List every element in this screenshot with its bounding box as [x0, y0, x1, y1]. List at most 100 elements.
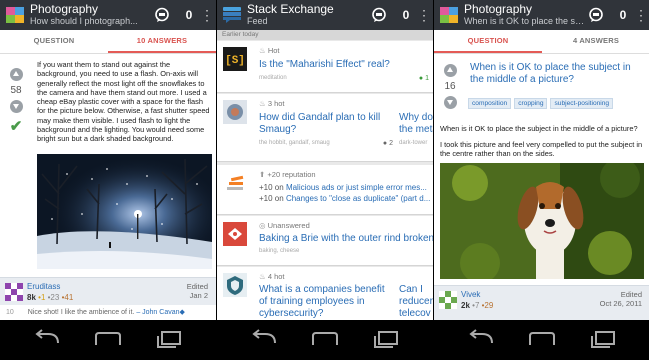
downvote-icon[interactable]	[9, 100, 23, 113]
question-body-line: When is it OK to place the subject in th…	[440, 124, 638, 133]
downvote-icon[interactable]	[443, 96, 457, 109]
back-icon[interactable]	[245, 328, 285, 350]
answer-body: If you want them to stand out against th…	[37, 60, 210, 144]
author-reputation: 2k •7 •29	[461, 301, 493, 310]
question-author-card[interactable]: Vivek 2k •7 •29 Edited Oct 26, 2011	[434, 285, 649, 320]
recent-apps-icon[interactable]	[584, 328, 624, 350]
tab-question[interactable]: QUESTION	[0, 30, 108, 53]
inbox-count[interactable]: 0	[178, 5, 200, 25]
tab-answers[interactable]: 10 ANSWERS	[108, 30, 216, 53]
overflow-menu-icon[interactable]: ⋮	[634, 8, 648, 22]
avatar[interactable]	[5, 283, 23, 301]
comment-author[interactable]: – John Cavan◆	[136, 309, 185, 316]
tag-chip[interactable]: subject-positioning	[550, 98, 614, 109]
card-tag: ♨ 4 hot	[259, 272, 285, 281]
silver-badges: •7	[472, 301, 480, 310]
answer-count-badge: ● 1	[418, 75, 429, 82]
overflow-menu-icon[interactable]: ⋮	[200, 8, 214, 22]
vote-count: 58	[10, 85, 22, 96]
arrow-up-icon: ⬆	[259, 170, 266, 179]
edited-info[interactable]: Edited Jan 2	[187, 282, 208, 300]
tab-answers[interactable]: 4 ANSWERS	[542, 30, 649, 53]
gold-badges: •1	[38, 293, 46, 302]
scifi-site-icon	[223, 100, 247, 124]
question-photo	[440, 158, 644, 283]
silver-badges: •23	[47, 293, 60, 302]
tag-chip[interactable]: composition	[468, 98, 512, 109]
reputation-score: 8k	[27, 293, 36, 302]
screen-answers: Photography How should I photograph... 0…	[0, 0, 216, 320]
edited-info[interactable]: Edited Oct 26, 2011	[600, 290, 642, 308]
app-subtitle: When is it OK to place the subject in th…	[464, 16, 586, 26]
photography-site-icon[interactable]	[6, 7, 24, 23]
inbox-count[interactable]: 0	[612, 5, 634, 25]
tag-chip[interactable]: cropping	[514, 98, 548, 109]
back-icon[interactable]	[462, 328, 502, 350]
card-title[interactable]: What is a companies benefit of training …	[259, 284, 391, 320]
card-title[interactable]: Baking a Brie with the outer rind broken	[259, 233, 433, 245]
inbox-icon[interactable]	[152, 5, 172, 25]
card-tag: ⬆ +20 reputation	[259, 170, 316, 179]
author-reputation: 8k •1 •23 •41	[27, 293, 73, 302]
vote-column: 58 ✔	[6, 68, 26, 135]
card-title[interactable]: How did Gandalf plan to kill Smaug?	[259, 112, 389, 136]
edited-date: Jan 2	[189, 291, 208, 300]
comment-score: 10	[6, 309, 14, 316]
flame-icon: ♨	[259, 99, 266, 108]
comment-row[interactable]: 10 Nice shot! I like the ambience of it.…	[0, 305, 216, 320]
avatar[interactable]	[439, 291, 457, 309]
reputation-changes: +10 on Malicious ads or just simple erro…	[259, 183, 431, 203]
feed-card-4hot[interactable]: ♨ 4 hot What is a companies benefit of t…	[217, 267, 433, 320]
question-title: When is it OK to place the subject in th…	[470, 62, 631, 85]
feed-card-3hot[interactable]: ♨ 3 hot How did Gandalf plan to kill Sma…	[217, 94, 433, 162]
top-app-bar: Stack Exchange Feed 0 ⋮	[217, 0, 433, 30]
stack-exchange-icon[interactable]	[223, 7, 241, 23]
rep-link-1[interactable]: Malicious ads or just simple error mes..…	[286, 183, 427, 192]
meta-site-icon	[223, 171, 247, 195]
vote-column: 16	[440, 64, 460, 109]
card-tags: baking, cheese	[259, 248, 300, 254]
app-subtitle: Feed	[247, 16, 268, 26]
author-name[interactable]: Vivek	[461, 290, 480, 299]
next-card-title[interactable]: Can Ireducer telecov	[399, 284, 433, 320]
author-name[interactable]: Eruditass	[27, 282, 60, 291]
rep-link-2[interactable]: Changes to "close as duplicate" (part d.…	[286, 194, 430, 203]
back-icon[interactable]	[28, 328, 68, 350]
home-icon[interactable]	[305, 328, 345, 350]
app-title: Stack Exchange	[247, 3, 334, 17]
card-tags: meditation	[259, 75, 287, 81]
home-icon[interactable]	[522, 328, 562, 350]
inbox-icon[interactable]	[369, 5, 389, 25]
bronze-badges: •29	[481, 301, 494, 310]
upvote-icon[interactable]	[443, 64, 457, 77]
inbox-count[interactable]: 0	[395, 5, 417, 25]
answer-author-card[interactable]: Eruditass 8k •1 •23 •41 Edited Jan 2	[0, 277, 216, 305]
upvote-icon[interactable]	[9, 68, 23, 81]
feed-card-hot[interactable]: [S] ♨ Hot Is the "Maharishi Effect" real…	[217, 41, 433, 93]
edited-label: Edited	[186, 282, 208, 291]
inbox-icon[interactable]	[586, 5, 606, 25]
recent-apps-icon[interactable]	[367, 328, 407, 350]
feed-card-reputation[interactable]: ⬆ +20 reputation +10 on Malicious ads or…	[217, 165, 433, 215]
system-navigation-bar	[0, 320, 649, 360]
card-title[interactable]: Is the "Maharishi Effect" real?	[259, 59, 429, 71]
edited-date: Oct 26, 2011	[599, 299, 642, 308]
card-tag: ♨ 3 hot	[259, 99, 285, 108]
accepted-check-icon: ✔	[9, 118, 23, 135]
tab-question[interactable]: QUESTION	[434, 30, 542, 53]
section-header: Earlier today	[217, 30, 433, 40]
comment-text: Nice shot! I like the ambience of it.	[27, 309, 135, 316]
tab-bar: QUESTION 10 ANSWERS	[0, 30, 216, 54]
photography-site-icon[interactable]	[440, 7, 458, 23]
bronze-badges: •41	[61, 293, 74, 302]
home-icon[interactable]	[88, 328, 128, 350]
recent-apps-icon[interactable]	[150, 328, 190, 350]
svg-text:[S]: [S]	[225, 55, 245, 67]
cooking-site-icon	[223, 222, 247, 246]
answer-count-badge: ● 2	[382, 140, 393, 147]
overflow-menu-icon[interactable]: ⋮	[417, 8, 431, 22]
feed-card-unanswered[interactable]: ◎ Unanswered Baking a Brie with the oute…	[217, 216, 433, 266]
vote-count: 16	[444, 81, 456, 92]
next-card-title[interactable]: Why dothe meta	[399, 112, 433, 136]
next-card-tags: dark-tower	[399, 140, 428, 146]
